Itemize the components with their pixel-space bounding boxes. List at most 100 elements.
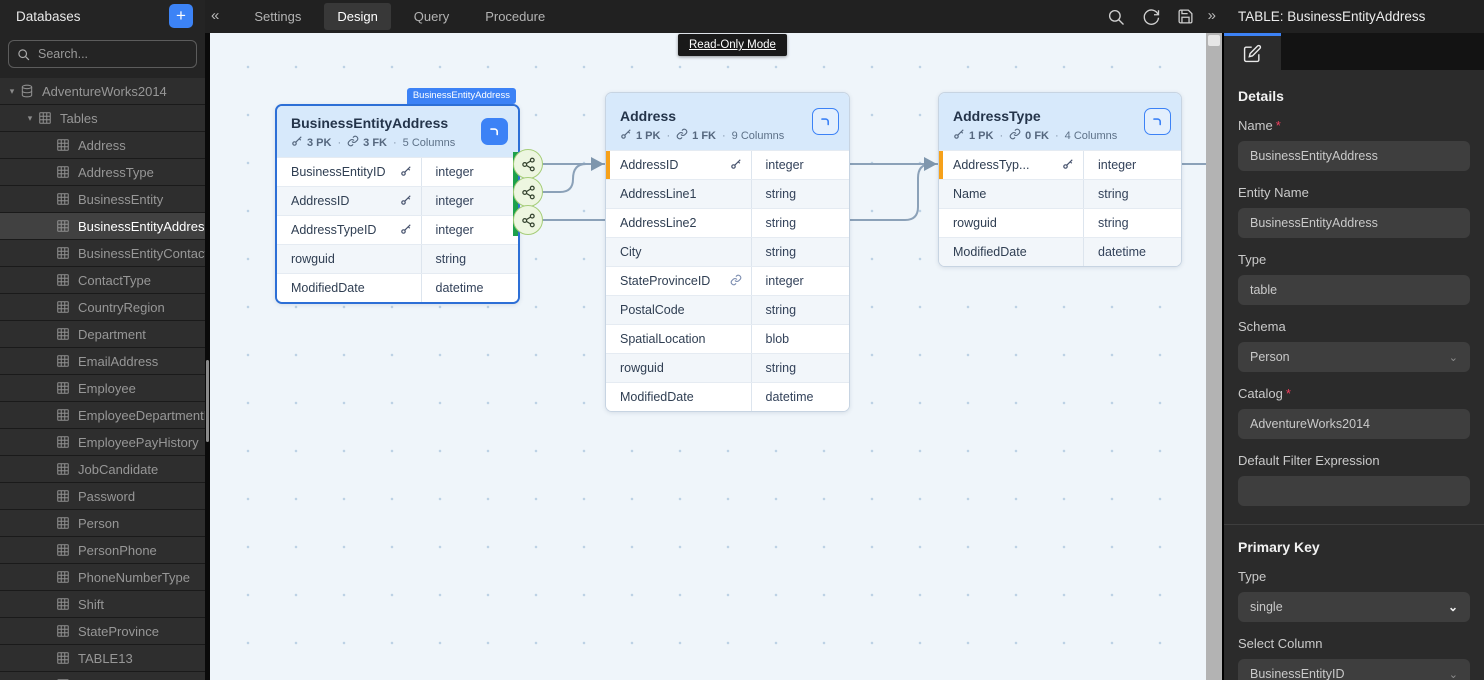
text-input-name[interactable]: BusinessEntityAddress xyxy=(1238,141,1470,171)
connection-handle[interactable] xyxy=(513,205,543,235)
column-name: BusinessEntityID xyxy=(277,158,422,186)
caret-icon[interactable]: ▾ xyxy=(22,113,38,124)
table-icon xyxy=(38,111,52,125)
canvas-scrollbar-thumb[interactable] xyxy=(1208,35,1220,46)
column-row[interactable]: Citystring xyxy=(606,237,849,266)
foreign-key-icon xyxy=(730,274,742,289)
sidebar-item-stateprovince[interactable]: StateProvince xyxy=(0,618,205,645)
search-box[interactable] xyxy=(8,40,197,68)
diagram-canvas[interactable]: Read-Only Mode BusinessEntityAddress Bus… xyxy=(210,33,1206,680)
search-input[interactable] xyxy=(36,46,180,62)
sidebar-item-businessentity[interactable]: BusinessEntity xyxy=(0,186,205,213)
sidebar-scrollbar-thumb[interactable] xyxy=(206,360,209,442)
column-row[interactable]: AddressLine1string xyxy=(606,179,849,208)
column-row[interactable]: ModifiedDatedatetime xyxy=(939,237,1181,266)
connection-handle[interactable] xyxy=(513,177,543,207)
column-row[interactable]: AddressTypeIDinteger xyxy=(277,215,518,244)
connection-handle[interactable] xyxy=(513,149,543,179)
table-node-addresstype[interactable]: AddressType1 PK·0 FK·4 ColumnsAddressTyp… xyxy=(938,92,1182,267)
select-input-schema[interactable]: Person ⌄ xyxy=(1238,342,1470,372)
column-name: PostalCode xyxy=(606,296,752,324)
text-input-entity-name[interactable]: BusinessEntityAddress xyxy=(1238,208,1470,238)
field-value: Person xyxy=(1250,350,1290,364)
sidebar-item-employee[interactable]: Employee xyxy=(0,375,205,402)
chevron-down-icon: ⌄ xyxy=(1449,351,1458,364)
tab-design[interactable]: Design xyxy=(324,3,390,30)
column-name: StateProvinceID xyxy=(606,267,752,295)
sidebar-item-adventureworks2014[interactable]: ▾AdventureWorks2014 xyxy=(0,78,205,105)
sidebar-item-employeedepartmenthistory[interactable]: EmployeeDepartmentHistory xyxy=(0,402,205,429)
sidebar-item-tables[interactable]: ▾Tables xyxy=(0,105,205,132)
column-row[interactable]: rowguidstring xyxy=(939,208,1181,237)
column-row[interactable]: StateProvinceIDinteger xyxy=(606,266,849,295)
sidebar-item-emailaddress[interactable]: EmailAddress xyxy=(0,348,205,375)
sidebar-item-contacttype[interactable]: ContactType xyxy=(0,267,205,294)
column-row[interactable]: rowguidstring xyxy=(277,244,518,273)
canvas-scrollbar[interactable] xyxy=(1206,33,1222,680)
select-input-select-column[interactable]: BusinessEntityID⌄ xyxy=(1238,659,1470,680)
column-row[interactable]: PostalCodestring xyxy=(606,295,849,324)
form-field: Typesingle⌄ xyxy=(1238,569,1470,622)
toggle-relations-button[interactable] xyxy=(812,108,839,135)
sidebar-item-table13[interactable]: TABLE13 xyxy=(0,645,205,672)
column-row[interactable]: ModifiedDatedatetime xyxy=(277,273,518,302)
sidebar-item-jobcandidate[interactable]: JobCandidate xyxy=(0,456,205,483)
sidebar-item-businessentityaddress[interactable]: BusinessEntityAddress xyxy=(0,213,205,240)
section-divider xyxy=(1224,524,1484,525)
save-icon[interactable] xyxy=(1177,8,1194,25)
sidebar-item-person[interactable]: Person xyxy=(0,510,205,537)
text-input-default-filter-expression[interactable] xyxy=(1238,476,1470,506)
table-node-header: AddressType1 PK·0 FK·4 Columns xyxy=(939,93,1181,150)
column-row[interactable]: AddressLine2string xyxy=(606,208,849,237)
sidebar-item-label: EmployeePayHistory xyxy=(78,435,199,450)
select-input-type[interactable]: single⌄ xyxy=(1238,592,1470,622)
tab-procedure[interactable]: Procedure xyxy=(472,3,558,30)
sidebar-item-employeepayhistory[interactable]: EmployeePayHistory xyxy=(0,429,205,456)
toggle-relations-button[interactable] xyxy=(481,118,508,145)
column-type: string xyxy=(1084,180,1181,208)
tab-query[interactable]: Query xyxy=(401,3,462,30)
sidebar-item-label: BusinessEntity xyxy=(78,192,163,207)
text-input-catalog[interactable]: AdventureWorks2014 xyxy=(1238,409,1470,439)
tab-edit[interactable] xyxy=(1224,33,1281,70)
column-row[interactable]: AddressIDinteger xyxy=(606,150,849,179)
column-row[interactable]: rowguidstring xyxy=(606,353,849,382)
column-type: string xyxy=(752,209,850,237)
collapse-sidebar-icon[interactable]: « xyxy=(205,7,225,26)
table-node-title: BusinessEntityAddress xyxy=(291,115,504,131)
column-row[interactable]: ModifiedDatedatetime xyxy=(606,382,849,411)
column-row[interactable]: AddressIDinteger xyxy=(277,186,518,215)
column-row[interactable]: SpatialLocationblob xyxy=(606,324,849,353)
caret-icon[interactable]: ▾ xyxy=(4,86,20,97)
refresh-icon[interactable] xyxy=(1142,8,1160,26)
table-node-header: BusinessEntityAddress3 PK·3 FK·5 Columns xyxy=(277,106,518,157)
table-node-businessentityaddress[interactable]: BusinessEntityAddress3 PK·3 FK·5 Columns… xyxy=(275,104,520,304)
sidebar-item-table5[interactable]: TABLE5 xyxy=(0,672,205,680)
fk-link-icon xyxy=(1009,128,1021,143)
text-input-type[interactable]: table xyxy=(1238,275,1470,305)
add-database-button[interactable]: + xyxy=(169,4,193,28)
expand-panel-icon[interactable]: » xyxy=(1204,7,1224,26)
table-icon xyxy=(56,408,70,422)
sidebar-item-phonenumbertype[interactable]: PhoneNumberType xyxy=(0,564,205,591)
sidebar-item-address[interactable]: Address xyxy=(0,132,205,159)
table-icon xyxy=(56,516,70,530)
column-type: string xyxy=(422,245,519,273)
table-icon xyxy=(56,624,70,638)
search-icon[interactable] xyxy=(1107,8,1125,26)
sidebar-item-businessentitycontact[interactable]: BusinessEntityContact xyxy=(0,240,205,267)
sidebar-item-password[interactable]: Password xyxy=(0,483,205,510)
table-node-address[interactable]: Address1 PK·1 FK·9 ColumnsAddressIDinteg… xyxy=(605,92,850,412)
sidebar-item-shift[interactable]: Shift xyxy=(0,591,205,618)
column-row[interactable]: Namestring xyxy=(939,179,1181,208)
sidebar-item-personphone[interactable]: PersonPhone xyxy=(0,537,205,564)
sidebar-item-department[interactable]: Department xyxy=(0,321,205,348)
toggle-relations-button[interactable] xyxy=(1144,108,1171,135)
sidebar-item-countryregion[interactable]: CountryRegion xyxy=(0,294,205,321)
column-row[interactable]: AddressTyp...integer xyxy=(939,150,1181,179)
sidebar-item-addresstype[interactable]: AddressType xyxy=(0,159,205,186)
column-row[interactable]: BusinessEntityIDinteger xyxy=(277,157,518,186)
tab-settings[interactable]: Settings xyxy=(241,3,314,30)
primary-key-fields: Typesingle⌄Select ColumnBusinessEntityID… xyxy=(1238,569,1470,680)
sidebar-item-label: JobCandidate xyxy=(78,462,158,477)
